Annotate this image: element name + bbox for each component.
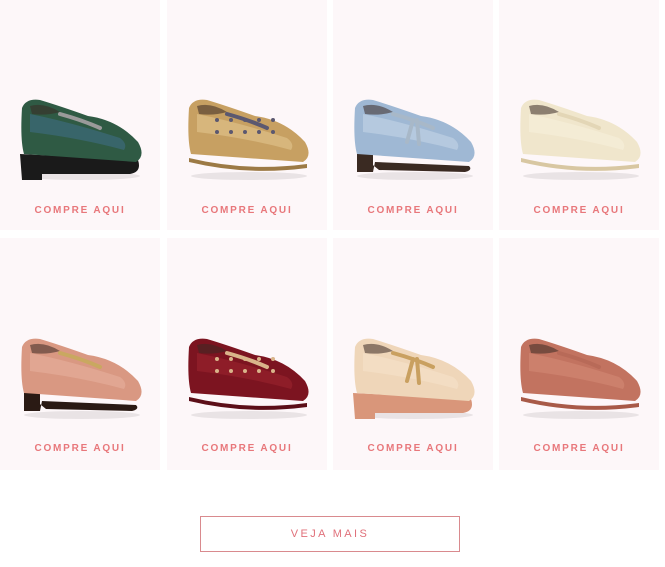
product-card[interactable]: COMPRE AQUI xyxy=(0,0,160,230)
buy-link[interactable]: COMPRE AQUI xyxy=(0,443,160,454)
buy-link[interactable]: COMPRE AQUI xyxy=(0,205,160,216)
green-croc-chain-loafer-image[interactable] xyxy=(0,0,160,230)
see-more-button[interactable]: VEJA MAIS xyxy=(200,516,460,552)
burgundy-studded-slipper-image[interactable] xyxy=(167,238,327,470)
product-card[interactable]: COMPRE AQUI xyxy=(0,238,160,470)
product-card[interactable]: COMPRE AQUI xyxy=(333,0,493,230)
buy-link[interactable]: COMPRE AQUI xyxy=(499,205,659,216)
product-card[interactable]: COMPRE AQUI xyxy=(167,238,327,470)
cream-penny-loafer-image[interactable] xyxy=(499,0,659,230)
beige-platform-tassel-loafer-image[interactable] xyxy=(333,238,493,470)
buy-link[interactable]: COMPRE AQUI xyxy=(167,205,327,216)
buy-link[interactable]: COMPRE AQUI xyxy=(333,205,493,216)
product-card[interactable]: COMPRE AQUI xyxy=(499,0,659,230)
pink-horsebit-loafer-image[interactable] xyxy=(0,238,160,470)
product-card[interactable]: COMPRE AQUI xyxy=(333,238,493,470)
product-card[interactable]: COMPRE AQUI xyxy=(167,0,327,230)
buy-link[interactable]: COMPRE AQUI xyxy=(333,443,493,454)
buy-link[interactable]: COMPRE AQUI xyxy=(167,443,327,454)
terracotta-croc-loafer-image[interactable] xyxy=(499,238,659,470)
product-card[interactable]: COMPRE AQUI xyxy=(499,238,659,470)
blue-snake-tassel-loafer-image[interactable] xyxy=(333,0,493,230)
buy-link[interactable]: COMPRE AQUI xyxy=(499,443,659,454)
gold-embellished-slipper-image[interactable] xyxy=(167,0,327,230)
